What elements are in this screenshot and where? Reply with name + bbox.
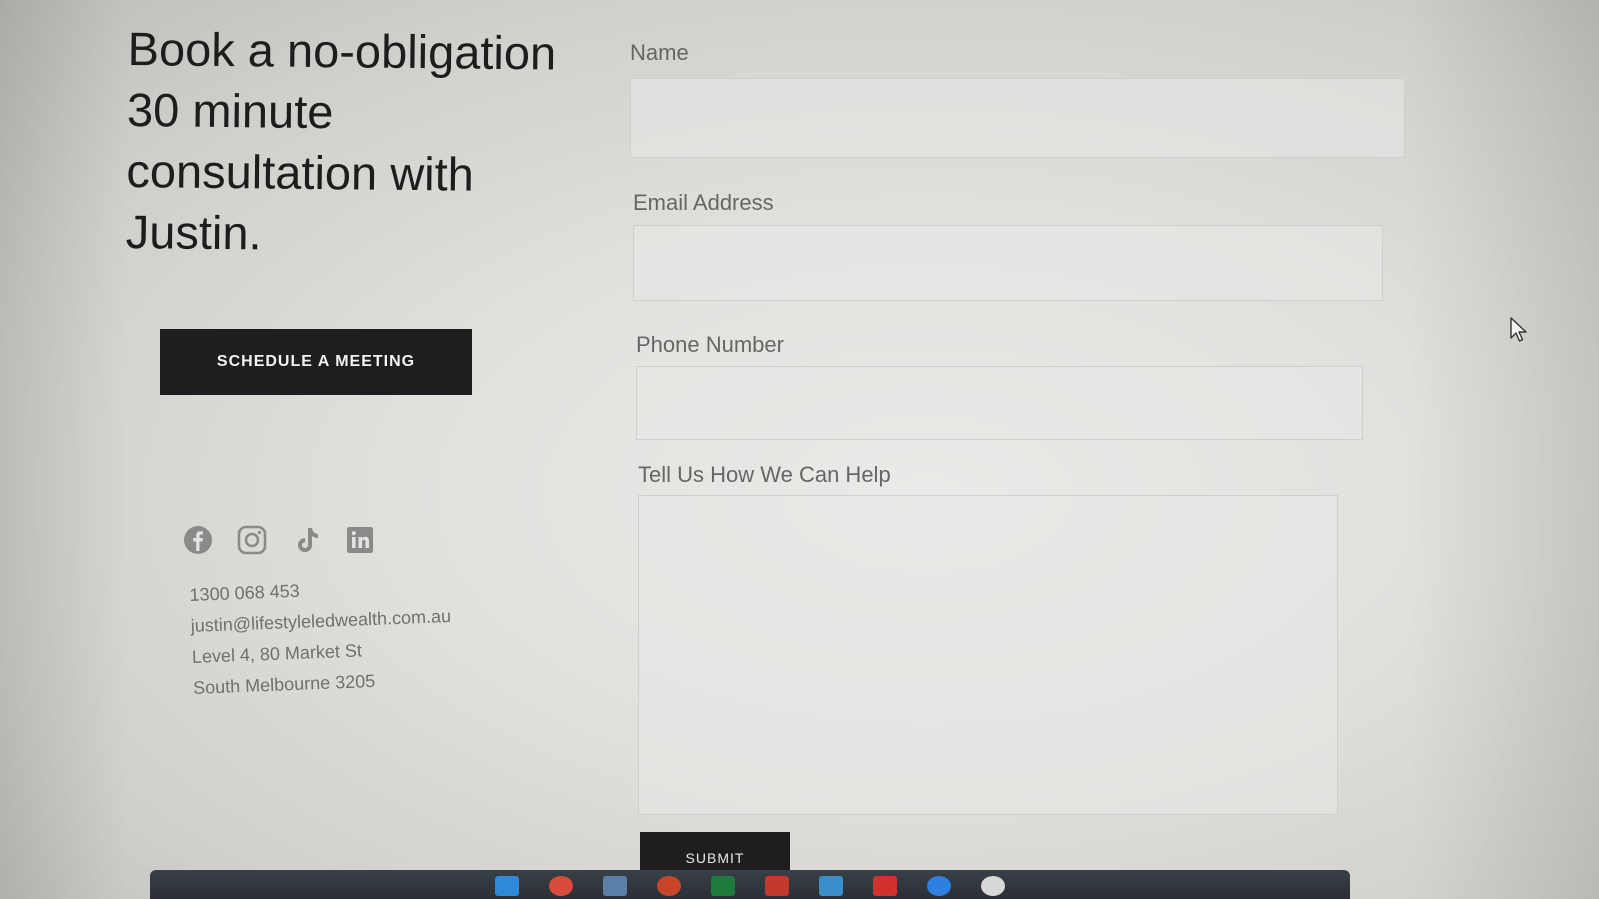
instagram-icon[interactable] (236, 524, 268, 556)
paint-icon[interactable] (981, 876, 1005, 896)
phone-label: Phone Number (636, 332, 784, 357)
acrobat-icon[interactable] (873, 876, 897, 896)
taskbar (150, 870, 1350, 899)
schedule-meeting-button[interactable]: SCHEDULE A MEETING (160, 329, 472, 395)
powerpoint-icon[interactable] (657, 876, 681, 896)
file-explorer-icon[interactable] (495, 876, 519, 896)
message-field[interactable] (638, 495, 1338, 815)
name-label: Name (630, 40, 689, 65)
submit-button[interactable]: SUBMIT (640, 832, 790, 872)
social-links (182, 524, 376, 556)
zoom-icon[interactable] (927, 876, 951, 896)
page-title: Book a no-obligation 30 minute consultat… (125, 21, 557, 260)
photos-icon[interactable] (819, 876, 843, 896)
email-label: Email Address (633, 190, 774, 215)
linkedin-icon[interactable] (344, 524, 376, 556)
chrome-icon[interactable] (549, 876, 573, 896)
facebook-icon[interactable] (182, 524, 214, 556)
excel-icon[interactable] (711, 876, 735, 896)
calculator-icon[interactable] (603, 876, 627, 896)
contact-info: 1300 068 453 justin@lifestyleledwealth.c… (189, 570, 454, 704)
mouse-cursor-icon (1509, 316, 1529, 349)
tiktok-icon[interactable] (290, 524, 322, 556)
name-field[interactable] (630, 78, 1405, 158)
message-label: Tell Us How We Can Help (638, 462, 891, 487)
app-red-icon[interactable] (765, 876, 789, 896)
email-field[interactable] (633, 225, 1383, 301)
phone-field[interactable] (636, 366, 1363, 440)
